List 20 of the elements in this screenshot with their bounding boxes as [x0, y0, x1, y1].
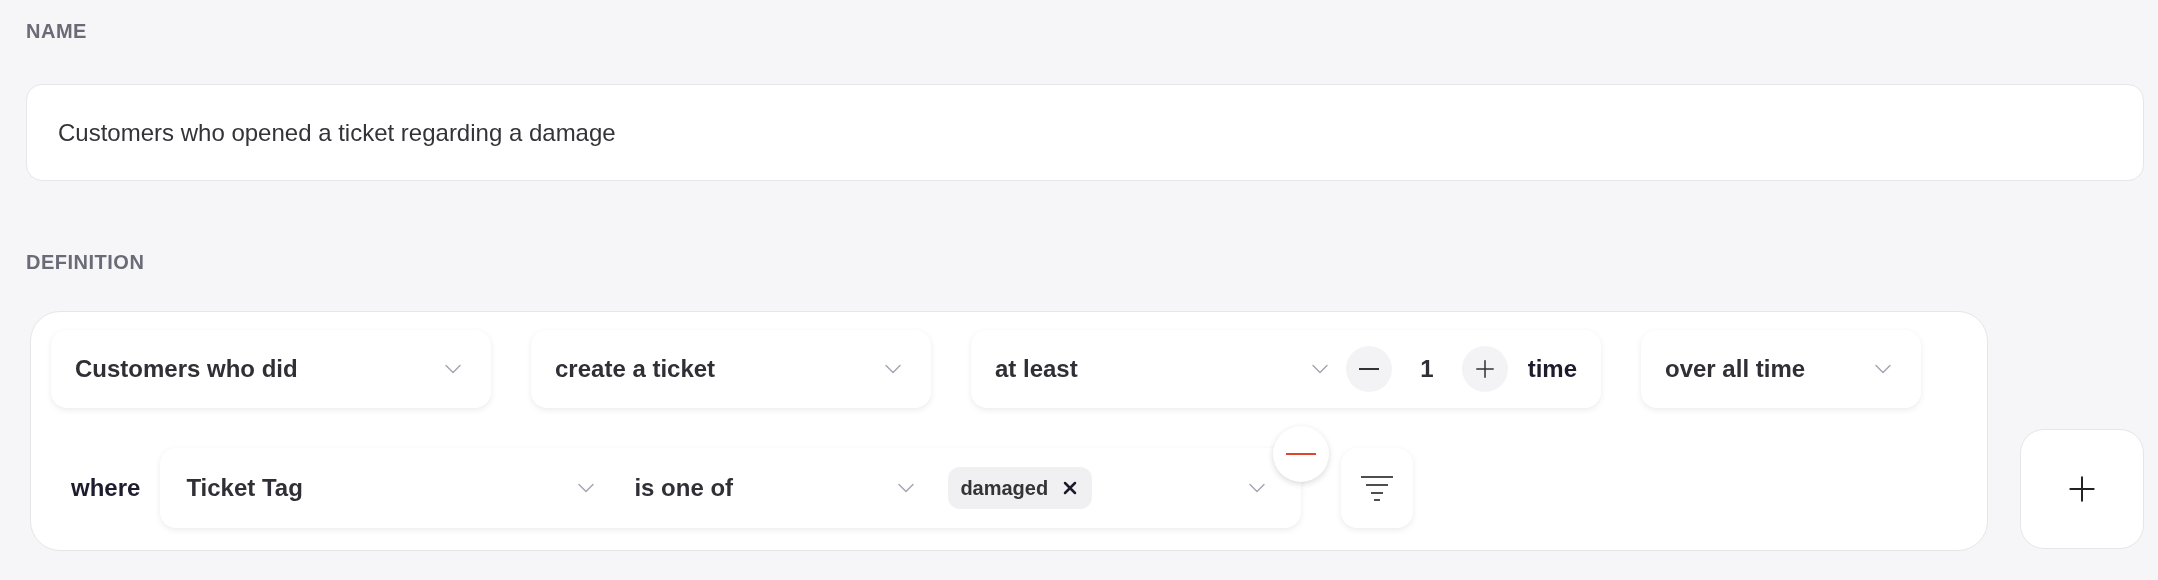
- name-field[interactable]: Customers who opened a ticket regarding a damage: [26, 84, 2144, 181]
- increment-button[interactable]: [1461, 346, 1508, 392]
- where-label: where: [71, 473, 141, 503]
- dropdown-select[interactable]: create a ticket: [531, 330, 931, 408]
- frequency-select[interactable]: at least 1 time: [971, 330, 1601, 408]
- name-value: Customers who opened a ticket regarding a damage: [58, 117, 616, 148]
- value-select[interactable]: damaged: [930, 448, 1302, 528]
- count-value: 1: [1420, 354, 1434, 384]
- operator-select[interactable]: is one of: [610, 448, 931, 528]
- tag-chip: damaged: [948, 467, 1093, 509]
- minus-icon: [1286, 453, 1317, 455]
- section-label: NAME: [26, 19, 88, 44]
- minus-icon: [1359, 368, 1380, 370]
- unit-label: time: [1527, 354, 1577, 384]
- filter-icon: [1361, 475, 1394, 501]
- filter-button[interactable]: [1341, 448, 1414, 528]
- property-select[interactable]: Ticket Tag: [160, 448, 611, 528]
- section-label: DEFINITION: [26, 250, 146, 275]
- dropdown-select[interactable]: Customers who did: [51, 330, 491, 408]
- dropdown-select[interactable]: over all time: [1641, 330, 1921, 408]
